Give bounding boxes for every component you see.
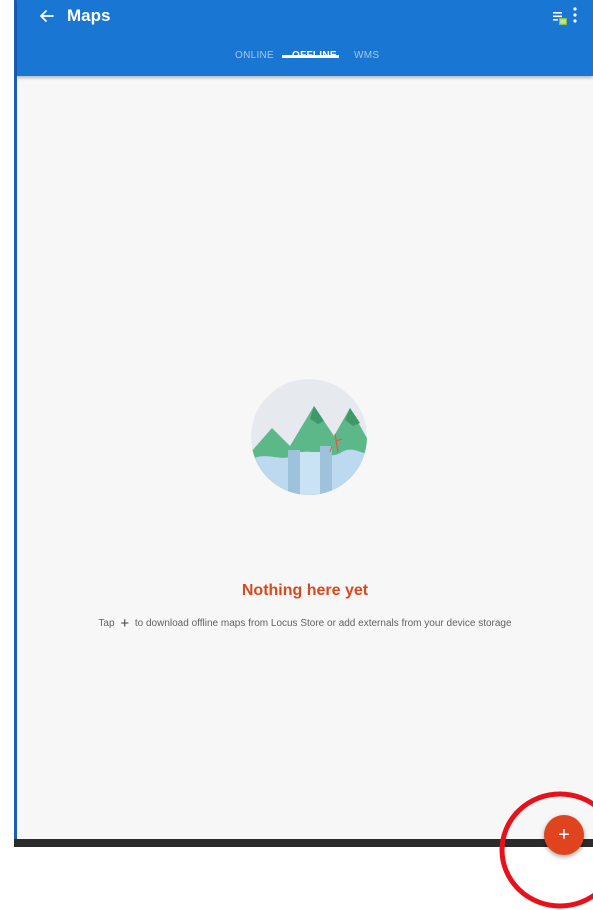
tab-online[interactable]: ONLINE [235,50,274,61]
tab-wms[interactable]: WMS [354,50,379,61]
mountains-map-icon [251,379,367,495]
description-suffix: to download offline maps from Locus Stor… [134,618,512,629]
arrow-left-icon[interactable] [37,6,57,26]
layers-list-icon[interactable] [552,10,568,26]
more-vertical-icon[interactable] [573,7,577,23]
app-bar: Maps ONLINE OFFLINE WMS [17,0,593,76]
app-window: Maps ONLINE OFFLINE WMS [14,0,593,847]
plus-icon: + [120,615,130,632]
tab-indicator [282,55,339,58]
description-prefix: Tap [98,618,115,629]
empty-state-title: Nothing here yet [241,582,369,599]
empty-state-description: Tap + to download offline maps from Locu… [17,615,593,632]
tab-bar: ONLINE OFFLINE WMS [17,44,593,76]
add-map-button[interactable]: + [544,815,584,855]
page-title: Maps [67,6,111,25]
bottom-edge [14,839,593,847]
